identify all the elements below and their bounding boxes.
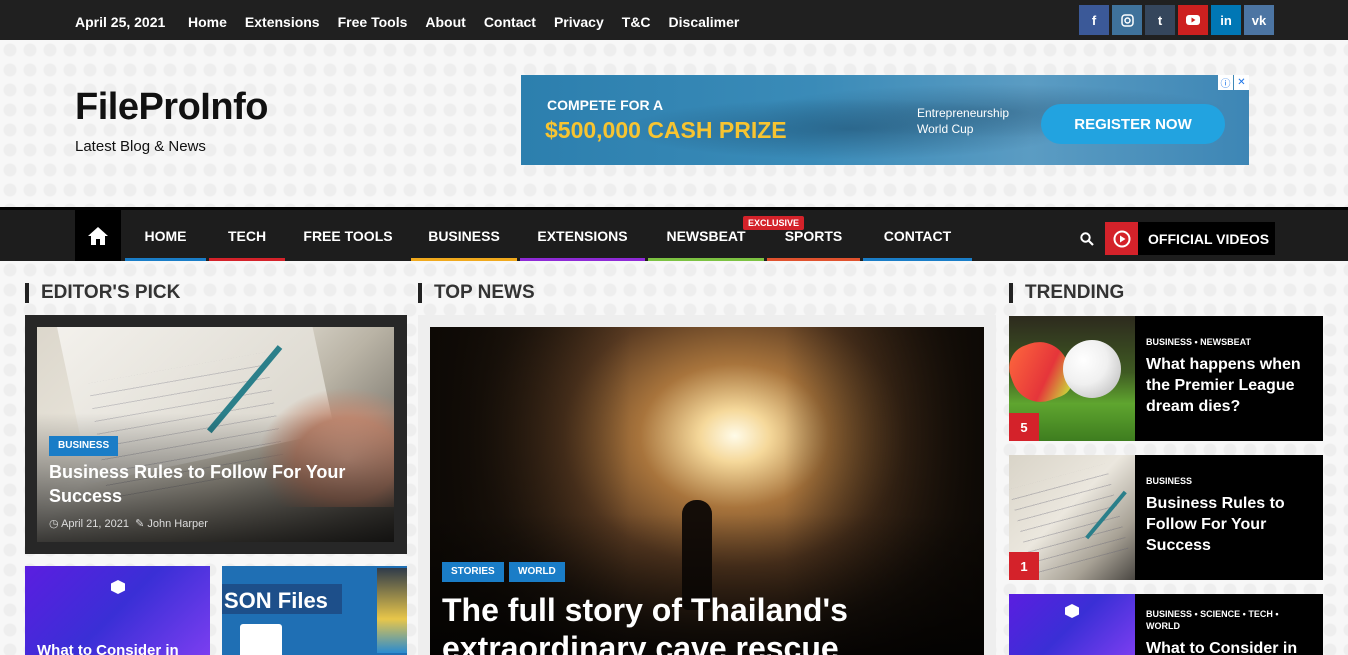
- trending-item-2[interactable]: 1 BUSINESS Business Rules to Follow For …: [1009, 455, 1323, 580]
- nav-tech[interactable]: TECH: [209, 210, 285, 261]
- edit-icon: ✎: [135, 518, 145, 530]
- tumblr-icon[interactable]: t: [1145, 5, 1175, 35]
- trending-image-1[interactable]: 5: [1009, 316, 1135, 441]
- play-circle-icon: [1105, 222, 1138, 255]
- nav-business-label: BUSINESS: [428, 227, 500, 244]
- article-title[interactable]: Business Rules to Follow For Your Succes…: [49, 460, 369, 508]
- trending-heading: TRENDING: [1009, 283, 1124, 303]
- ad-line-3: Entrepreneurship World Cup: [917, 106, 1010, 136]
- ad-info-icon[interactable]: ⓘ: [1218, 75, 1233, 90]
- trending-image-2[interactable]: 1: [1009, 455, 1135, 580]
- nav-business-bar: [411, 258, 517, 261]
- trending-rank: 5: [1009, 413, 1039, 441]
- article-author[interactable]: John Harper: [147, 518, 208, 530]
- nav-contact[interactable]: CONTACT: [863, 210, 972, 261]
- site-header: FileProInfo Latest Blog & News COMPETE F…: [0, 40, 1348, 207]
- linkedin-icon[interactable]: in: [1211, 5, 1241, 35]
- top-link-home[interactable]: Home: [188, 14, 227, 30]
- nav-tech-label: TECH: [227, 227, 267, 244]
- top-news-image[interactable]: STORIES WORLD The full story of Thailand…: [430, 327, 984, 655]
- social-links: f t in vk: [1079, 5, 1274, 35]
- top-link-contact[interactable]: Contact: [484, 14, 536, 30]
- editors-pick-image[interactable]: BUSINESS Business Rules to Follow For Yo…: [37, 327, 394, 542]
- trending-rank: 1: [1009, 552, 1039, 580]
- category-badge[interactable]: BUSINESS: [49, 436, 119, 456]
- site-tagline: Latest Blog & News: [75, 138, 206, 155]
- ad-line-2: $500,000 CASH PRIZE: [545, 117, 787, 143]
- nav-free-tools[interactable]: FREE TOOLS: [288, 210, 408, 261]
- current-date: April 25, 2021: [75, 14, 166, 30]
- trending-categories[interactable]: BUSINESS • SCIENCE • TECH • WORLD: [1146, 608, 1296, 632]
- nav-business[interactable]: BUSINESS: [411, 210, 517, 261]
- top-link-tc[interactable]: T&C: [622, 14, 651, 30]
- ad-line-1: COMPETE FOR A: [547, 97, 664, 113]
- top-link-disclaimer[interactable]: Discalimer: [669, 14, 740, 30]
- nav-home-label: HOME: [144, 227, 187, 244]
- exclusive-badge: EXCLUSIVE: [743, 216, 805, 230]
- trending-item-3[interactable]: BUSINESS • SCIENCE • TECH • WORLD What t…: [1009, 594, 1323, 655]
- nav-extensions-bar: [520, 258, 645, 261]
- hex-logo-icon: [111, 580, 125, 594]
- top-link-privacy[interactable]: Privacy: [554, 14, 604, 30]
- editors-pick-heading: EDITOR'S PICK: [25, 283, 180, 303]
- official-videos-label: OFFICIAL VIDEOS: [1148, 230, 1270, 247]
- trending-categories[interactable]: BUSINESS: [1146, 475, 1316, 487]
- thumb-2-text: SON Files: [224, 588, 328, 613]
- search-icon[interactable]: [1080, 232, 1094, 246]
- nav-newsbeat-bar: [648, 258, 764, 261]
- ad-banner[interactable]: COMPETE FOR A $500,000 CASH PRIZE Entrep…: [521, 75, 1249, 165]
- nav-contact-bar: [863, 258, 972, 261]
- trending-title[interactable]: Business Rules to Follow For Your Succes…: [1146, 493, 1316, 556]
- nav-sports-bar: [767, 258, 860, 261]
- category-badge-world[interactable]: WORLD: [509, 562, 565, 582]
- site-logo[interactable]: FileProInfo: [75, 86, 268, 129]
- thumb-1-title[interactable]: What to Consider in: [37, 642, 179, 655]
- nav-home[interactable]: HOME: [125, 210, 206, 261]
- home-icon: [88, 226, 108, 245]
- vk-icon[interactable]: vk: [1244, 5, 1274, 35]
- top-news-heading: TOP NEWS: [418, 283, 535, 303]
- top-news-title[interactable]: The full story of Thailand's extraordina…: [442, 591, 962, 655]
- article-meta: ◷ April 21, 2021 ✎ John Harper: [49, 517, 208, 530]
- editors-pick-card[interactable]: BUSINESS Business Rules to Follow For Yo…: [25, 315, 407, 554]
- clock-icon: ◷: [49, 518, 59, 530]
- ad-controls: ⓘ ✕: [1218, 75, 1249, 90]
- hex-logo-icon: [1065, 604, 1079, 618]
- document-icon: [240, 624, 282, 655]
- nav-home-bar: [125, 258, 206, 261]
- nav-free-tools-label: FREE TOOLS: [303, 227, 393, 244]
- trending-categories[interactable]: BUSINESS • NEWSBEAT: [1146, 336, 1316, 348]
- home-button[interactable]: [75, 210, 121, 261]
- official-videos-button[interactable]: OFFICIAL VIDEOS: [1105, 222, 1275, 255]
- logo-graphic: [377, 568, 407, 653]
- nav-extensions-label: EXTENSIONS: [537, 227, 628, 244]
- nav-tech-bar: [209, 258, 285, 261]
- youtube-icon[interactable]: [1178, 5, 1208, 35]
- facebook-icon[interactable]: f: [1079, 5, 1109, 35]
- instagram-icon[interactable]: [1112, 5, 1142, 35]
- nav-newsbeat-label: NEWSBEAT: [666, 227, 746, 244]
- top-link-free-tools[interactable]: Free Tools: [338, 14, 408, 30]
- ad-register-button[interactable]: REGISTER NOW: [1041, 104, 1225, 144]
- ball-graphic: [1063, 340, 1121, 398]
- ad-close-icon[interactable]: ✕: [1234, 75, 1249, 90]
- top-news-card[interactable]: STORIES WORLD The full story of Thailand…: [418, 315, 996, 655]
- trending-item-1[interactable]: 5 BUSINESS • NEWSBEAT What happens when …: [1009, 316, 1323, 441]
- top-link-about[interactable]: About: [425, 14, 465, 30]
- trending-title[interactable]: What happens when the Premier League dre…: [1146, 354, 1316, 417]
- nav-extensions[interactable]: EXTENSIONS: [520, 210, 645, 261]
- top-link-extensions[interactable]: Extensions: [245, 14, 320, 30]
- article-date: April 21, 2021: [61, 518, 129, 530]
- page: April 25, 2021 Home Extensions Free Tool…: [0, 0, 1348, 655]
- trending-image-3[interactable]: [1009, 594, 1135, 655]
- trending-title[interactable]: What to Consider in: [1146, 638, 1316, 655]
- nav-contact-label: CONTACT: [883, 227, 952, 244]
- thumb-card-2[interactable]: SON Files: [222, 566, 407, 655]
- category-badge-stories[interactable]: STORIES: [442, 562, 504, 582]
- main-nav: HOME TECH FREE TOOLS BUSINESS EXTENSIONS…: [0, 207, 1348, 261]
- top-nav: Home Extensions Free Tools About Contact…: [188, 14, 757, 30]
- top-bar: April 25, 2021 Home Extensions Free Tool…: [0, 0, 1348, 40]
- thumb-card-1[interactable]: What to Consider in: [25, 566, 210, 655]
